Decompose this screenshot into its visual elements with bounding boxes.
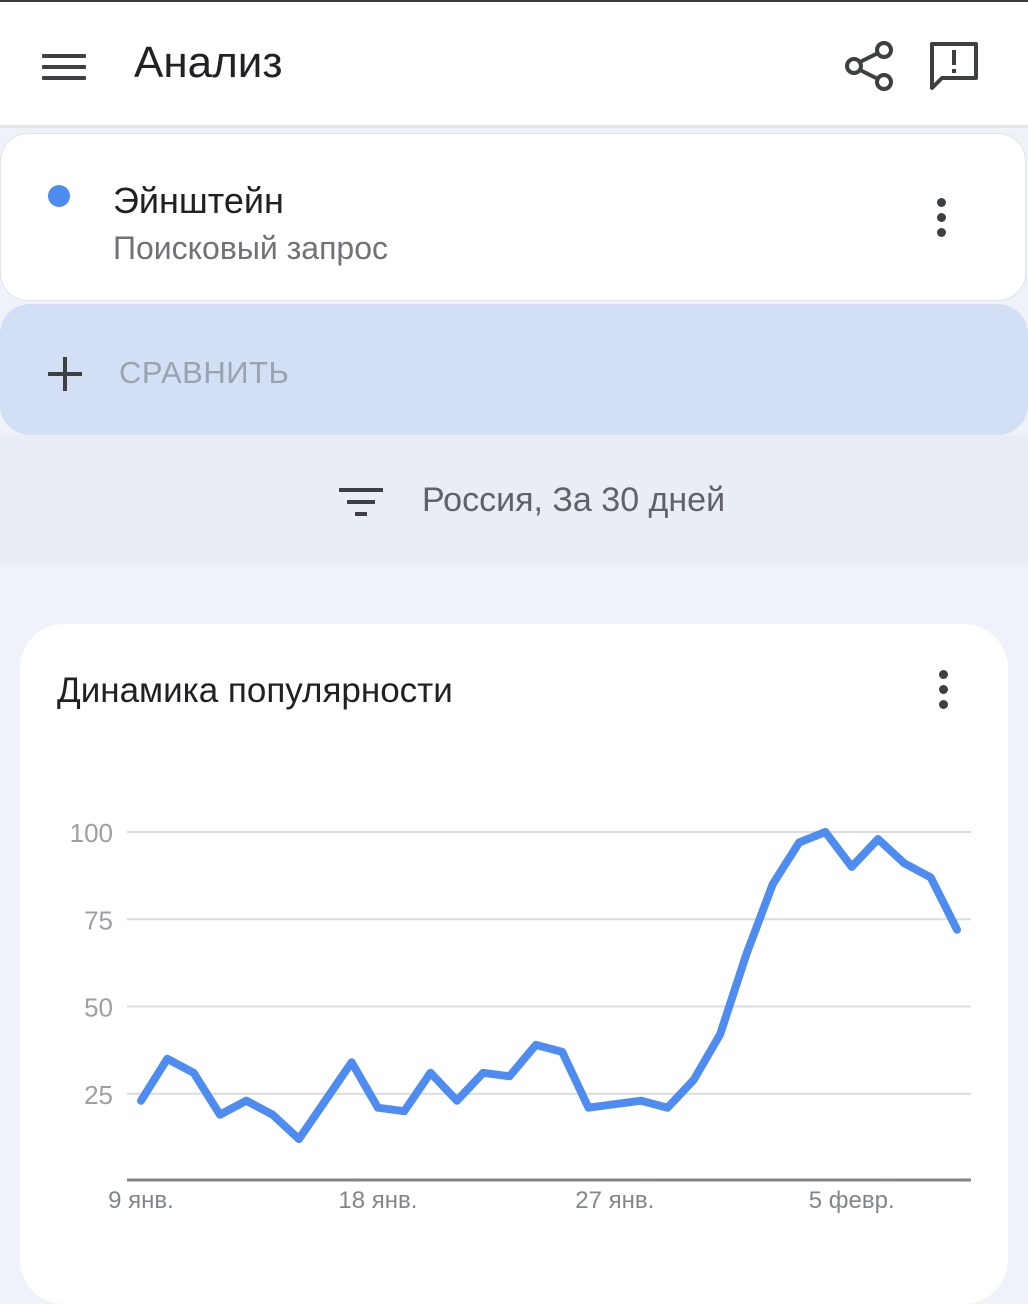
y-tick-label: 100 (70, 818, 113, 848)
y-tick-label: 75 (84, 905, 113, 935)
y-tick-label: 50 (84, 993, 113, 1023)
line-chart: 25 50 75 100 9 янв. 18 янв. 27 янв. 5 февр. (70, 818, 971, 1214)
x-tick-label: 5 февр. (809, 1187, 895, 1214)
x-tick-label: 27 янв. (575, 1187, 654, 1214)
x-tick-label: 9 янв. (108, 1187, 174, 1214)
y-tick-label: 25 (84, 1080, 113, 1110)
x-tick-label: 18 янв. (338, 1187, 417, 1214)
